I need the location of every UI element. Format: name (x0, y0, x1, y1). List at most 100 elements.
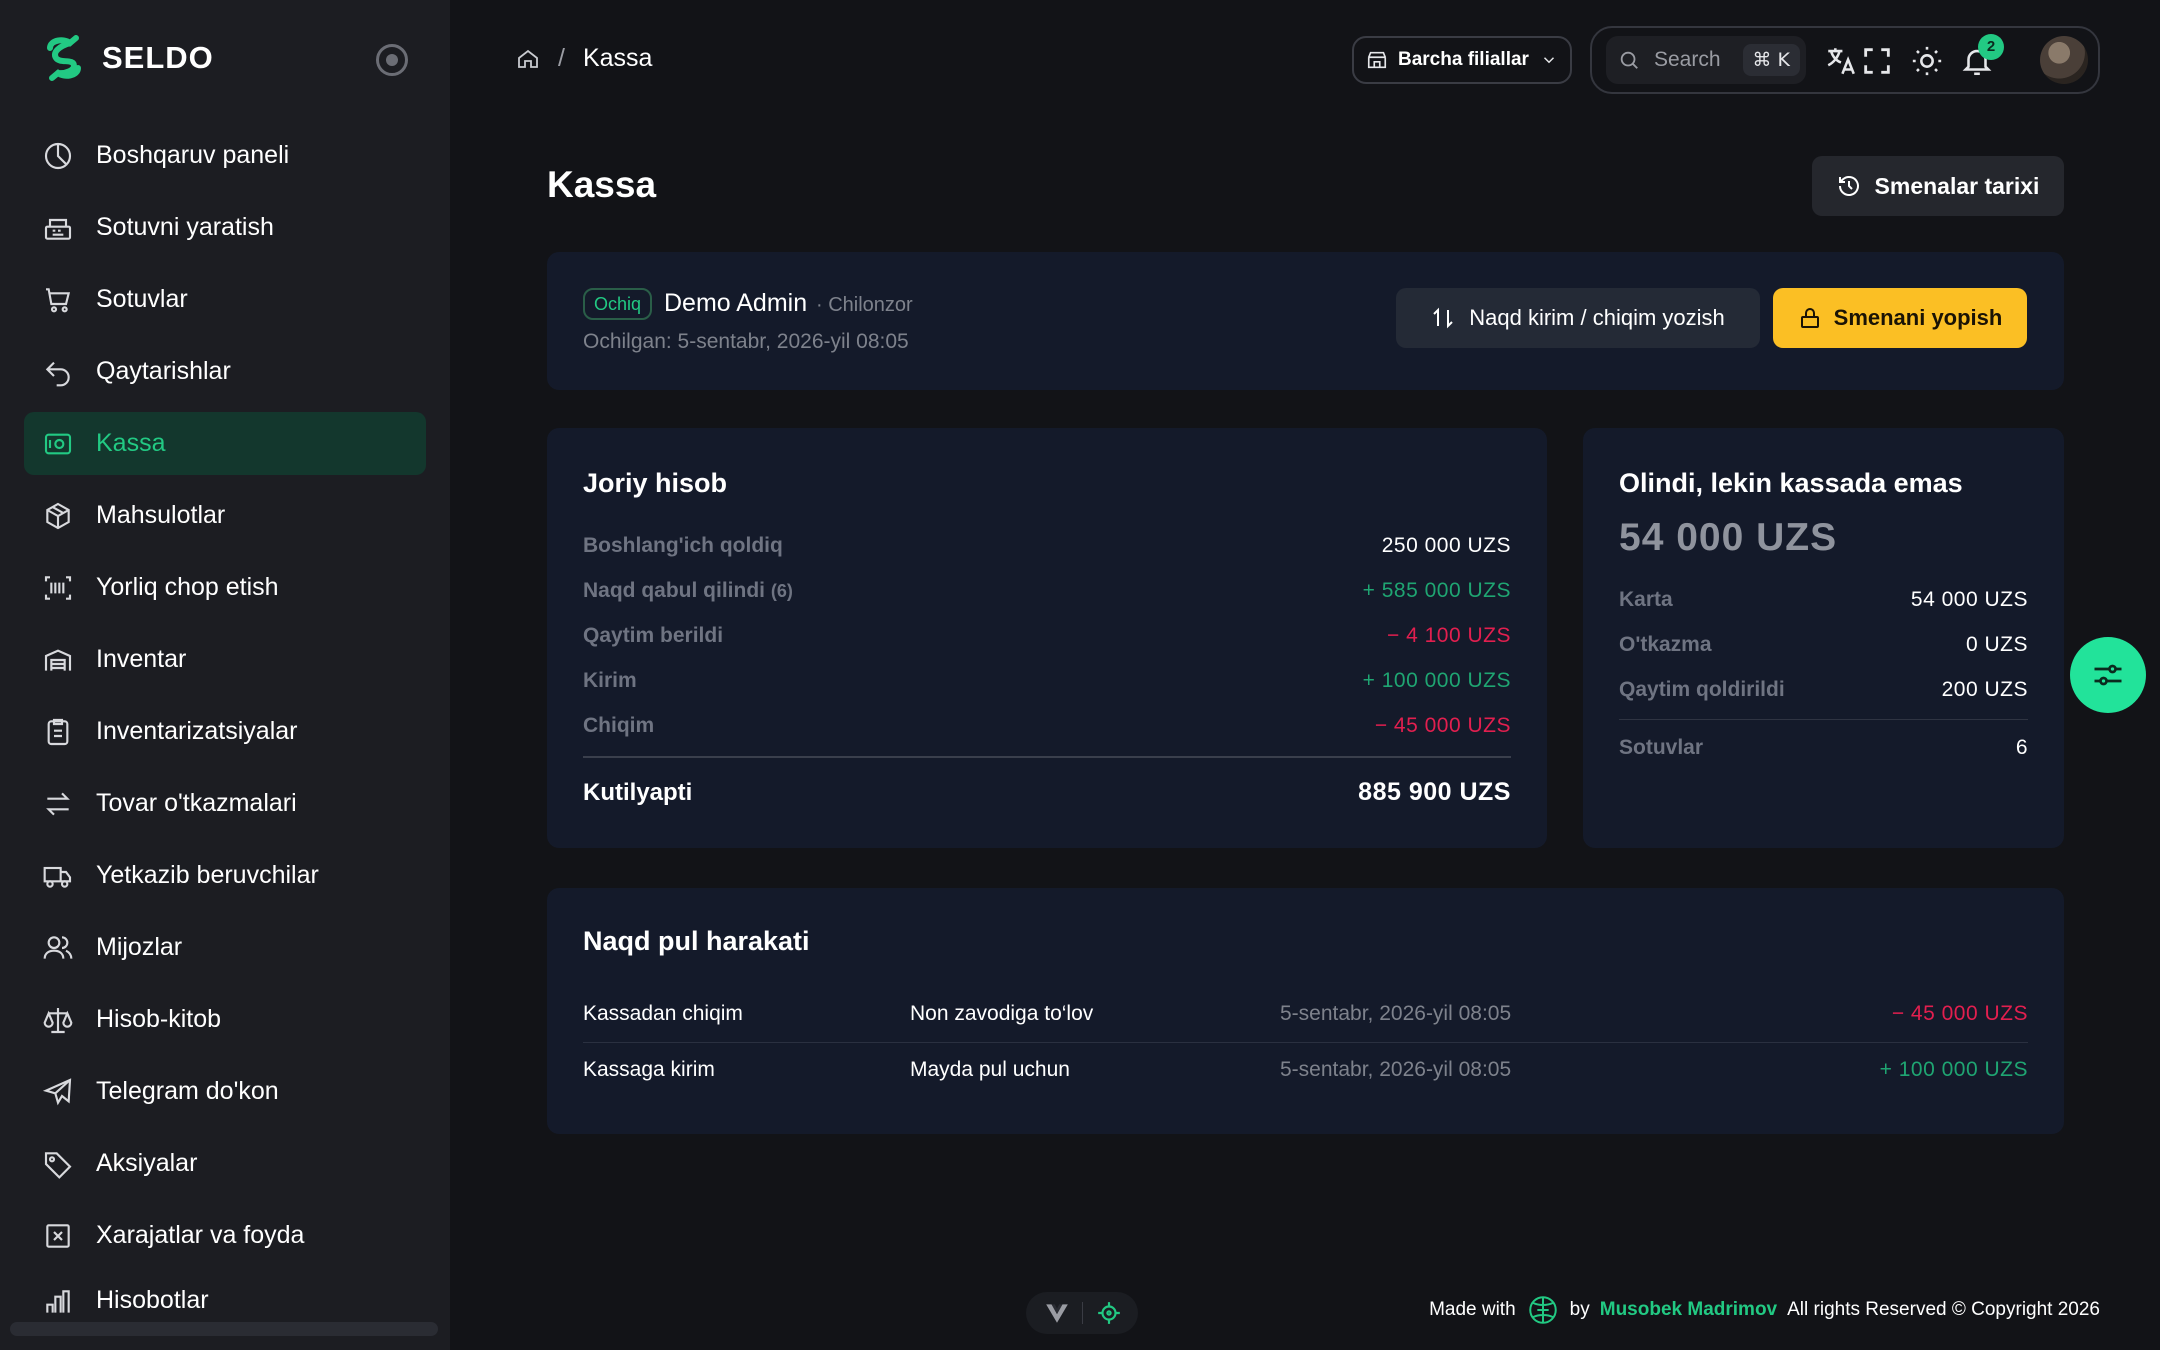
received-row-value: 0 UZS (1965, 633, 2028, 656)
balance-row-label: Qaytim berildi (583, 624, 724, 647)
sidebar-item-mijozlar[interactable]: Mijozlar (24, 916, 426, 979)
balance-row-label: Chiqim (583, 714, 655, 737)
movement-amount: − 45 000 UZS (1891, 1002, 2028, 1025)
shift-history-label: Smenalar tarixi (1874, 172, 2040, 199)
sidebar-item-label: Xarajatlar va foyda (96, 1221, 305, 1249)
balance-row-value: − 4 100 UZS (1387, 624, 1511, 647)
sidebar-item-label: Telegram do'kon (96, 1077, 279, 1105)
dashboard-icon (44, 142, 72, 169)
received-row-label: O'tkazma (1619, 633, 1712, 656)
sidebar-item-telegram-dokon[interactable]: Telegram do'kon (24, 1060, 426, 1123)
movement-note: Non zavodiga to‘lov (910, 1002, 1094, 1025)
sidebar-item-yetkazib-beruvchilar[interactable]: Yetkazib beruvchilar (24, 844, 426, 907)
sidebar-item-inventar[interactable]: Inventar (24, 628, 426, 691)
avatar[interactable] (2040, 36, 2088, 84)
users-icon (43, 935, 73, 959)
shift-opened-time: Ochilgan: 5-sentabr, 2026-yil 08:05 (583, 330, 909, 353)
sidebar-item-label: Inventarizatsiyalar (96, 717, 298, 745)
balance-row-value: 250 000 UZS (1381, 534, 1511, 557)
customizer-button[interactable] (2070, 637, 2146, 713)
expense-icon (46, 1223, 70, 1248)
notifications-button[interactable]: 2 (1960, 34, 2004, 78)
status-badge: Ochiq (583, 288, 653, 320)
chevron-down-icon (1543, 57, 1555, 64)
sidebar-item-boshqaruv-paneli[interactable]: Boshqaruv paneli (24, 124, 426, 187)
history-icon (1838, 176, 1859, 196)
transfer-icon (46, 792, 70, 815)
search-shortcut: ⌘ K (1742, 44, 1800, 76)
movement-amount: + 100 000 UZS (1879, 1058, 2028, 1081)
sidebar-item-aksiyalar[interactable]: Aksiyalar (24, 1132, 426, 1195)
footer-author-link[interactable]: Musobek Madrimov (1600, 1299, 1777, 1321)
sidebar-item-xarajatlar-va-foyda[interactable]: Xarajatlar va foyda (24, 1204, 426, 1267)
brand[interactable]: SELDO (40, 34, 214, 82)
breadcrumb-separator: / (558, 44, 565, 72)
balance-row-value: + 585 000 UZS (1362, 579, 1511, 602)
sidebar-collapse-toggle[interactable] (376, 44, 408, 76)
sidebar-item-kassa[interactable]: Kassa (24, 412, 426, 475)
balance-row-value: − 45 000 UZS (1374, 714, 1511, 737)
sidebar-item-sotuvni-yaratish[interactable]: Sotuvni yaratish (24, 196, 426, 259)
header-toolbar: ⌘ K 2 (1590, 26, 2100, 94)
search-box[interactable]: ⌘ K (1606, 36, 1806, 84)
divider (1619, 719, 2028, 720)
telegram-icon (42, 1077, 72, 1105)
sidebar-item-label: Kassa (96, 429, 166, 457)
branch-select[interactable]: Barcha filiallar (1352, 36, 1572, 84)
sidebar-item-sotuvlar[interactable]: Sotuvlar (24, 268, 426, 331)
received-amount: 54 000 UZS (1619, 516, 1838, 559)
balance-total-label: Kutilyapti (583, 778, 693, 806)
breadcrumb-current: Kassa (582, 44, 653, 72)
warehouse-icon (44, 648, 72, 671)
balance-title: Joriy hisob (583, 468, 728, 498)
sidebar-item-label: Inventar (96, 645, 187, 673)
balance-row: Chiqim − 45 000 UZS (583, 714, 1511, 738)
sidebar-scrollbar[interactable] (10, 1322, 438, 1336)
balance-total-value: 885 900 UZS (1358, 778, 1511, 806)
clipboard-icon (47, 718, 69, 745)
received-row-value: 200 UZS (1941, 678, 2028, 701)
tag-icon (44, 1151, 72, 1179)
received-row-value: 54 000 UZS (1910, 588, 2028, 611)
shift-card: Ochiq Demo Admin · Chilonzor Ochilgan: 5… (547, 252, 2064, 390)
search-input[interactable] (1654, 48, 1754, 72)
shift-history-button[interactable]: Smenalar tarixi (1812, 156, 2064, 216)
received-row: Qaytim qoldirildi 200 UZS (1619, 678, 2028, 702)
balance-row-label: Kirim (583, 669, 637, 692)
sidebar-item-label: Mijozlar (96, 933, 183, 961)
report-icon (46, 1290, 70, 1313)
sidebar-item-label: Yorliq chop etish (96, 573, 279, 601)
received-row-label: Karta (1619, 588, 1673, 611)
sales-count-row: Sotuvlar 6 (1619, 736, 2028, 760)
sidebar-item-hisobotlar[interactable]: Hisobotlar (24, 1276, 426, 1316)
current-balance-card: Joriy hisob Boshlang'ich qoldiq 250 000 … (547, 428, 1547, 848)
translate-icon (1827, 48, 1855, 75)
cash-in-out-button[interactable]: Naqd kirim / chiqim yozish (1396, 288, 1760, 348)
box-icon (46, 502, 70, 529)
sidebar-item-yorliq-chop-etish[interactable]: Yorliq chop etish (24, 556, 426, 619)
search-icon (1620, 51, 1638, 69)
devtools-pill[interactable] (1026, 1292, 1138, 1334)
sidebar-item-inventarizatsiyalar[interactable]: Inventarizatsiyalar (24, 700, 426, 763)
vue-logo-icon (1046, 1304, 1068, 1323)
sidebar-item-label: Hisobotlar (96, 1286, 209, 1314)
received-title: Olindi, lekin kassada emas (1619, 468, 1963, 498)
sidebar-item-label: Sotuvlar (96, 285, 188, 313)
sidebar-item-tovar-otkazmalari[interactable]: Tovar o'tkazmalari (24, 772, 426, 835)
sidebar-item-hisob-kitob[interactable]: Hisob-kitob (24, 988, 426, 1051)
sidebar-item-mahsulotlar[interactable]: Mahsulotlar (24, 484, 426, 547)
sidebar-nav: Boshqaruv paneli Sotuvni yaratish Sotuvl… (24, 124, 426, 1325)
received-row: O'tkazma 0 UZS (1619, 633, 2028, 657)
return-icon (45, 361, 70, 386)
received-row: Karta 54 000 UZS (1619, 588, 2028, 612)
divider (583, 756, 1511, 758)
fullscreen-button[interactable] (1860, 44, 1894, 78)
translate-button[interactable] (1824, 44, 1858, 78)
close-shift-button[interactable]: Smenani yopish (1773, 288, 2027, 348)
sidebar-item-label: Hisob-kitob (96, 1005, 222, 1033)
theme-toggle-button[interactable] (1910, 44, 1944, 78)
home-icon[interactable] (516, 47, 540, 71)
sidebar-item-qaytarishlar[interactable]: Qaytarishlar (24, 340, 426, 403)
sales-count-value: 6 (2015, 736, 2028, 759)
sort-arrows-icon (1433, 307, 1453, 329)
